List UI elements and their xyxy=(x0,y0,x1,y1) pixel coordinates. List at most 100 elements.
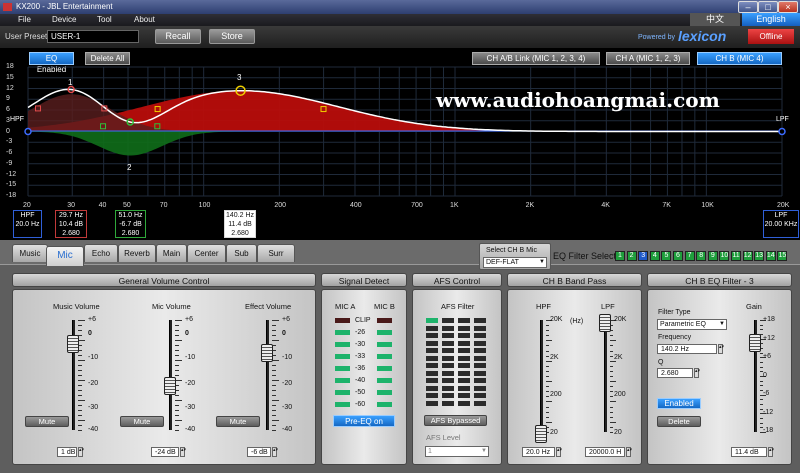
music-fader-knob[interactable] xyxy=(67,335,79,354)
lpf-spinner[interactable]: ▴▾ xyxy=(626,447,632,457)
fader-tick xyxy=(175,320,182,321)
eq-filter-3-button[interactable]: 3 xyxy=(638,251,649,261)
q-spinner[interactable]: ▴▾ xyxy=(694,368,700,378)
music-mute-button[interactable]: Mute xyxy=(25,416,69,427)
eq-filter-9-button[interactable]: 9 xyxy=(707,251,718,261)
filter-enabled-button[interactable]: Enabled xyxy=(657,398,701,409)
hpf-handle[interactable] xyxy=(24,127,32,136)
fader-tick xyxy=(610,391,613,393)
eq-response-graph[interactable] xyxy=(0,0,800,240)
lpf-handle[interactable] xyxy=(778,127,786,136)
gain-scale-label: 0 xyxy=(763,371,767,379)
mic-a-led xyxy=(335,354,350,359)
filter-delete-button[interactable]: Delete xyxy=(657,416,701,427)
eq-filter-2-button[interactable]: 2 xyxy=(626,251,637,261)
eq-filter-4-button[interactable]: 4 xyxy=(649,251,660,261)
hpf-value[interactable]: 20.0 Hz xyxy=(522,447,555,457)
lpf-value[interactable]: 20000.0 H xyxy=(585,447,625,457)
afs-filter-cell xyxy=(426,333,438,338)
fader-tick xyxy=(610,335,613,337)
effect-volume-label: Effect Volume xyxy=(245,302,292,311)
music-volume-value[interactable]: 1 dB xyxy=(57,447,77,457)
fader-tick xyxy=(78,325,82,326)
band-1-info-box[interactable]: 29.7 Hz 10.4 dB 2.680 xyxy=(55,210,87,238)
effect-volume-value[interactable]: -6 dB xyxy=(247,447,271,457)
gain-value[interactable]: 11.4 dB xyxy=(731,447,767,457)
fader-tick xyxy=(175,420,182,421)
eq-filter-15-button[interactable]: 15 xyxy=(777,251,788,261)
pre-eq-button[interactable]: Pre-EQ on xyxy=(333,415,395,427)
afs-filter-cell xyxy=(474,333,486,338)
mic-a-label: MIC A xyxy=(335,302,356,311)
afs-bypass-button[interactable]: AFS Bypassed xyxy=(424,415,487,426)
afs-filter-cell xyxy=(426,370,438,376)
frequency-spinner[interactable]: ▴▾ xyxy=(718,344,724,354)
hpf-spinner[interactable]: ▴▾ xyxy=(556,447,562,457)
afs-filter-cell xyxy=(442,400,454,406)
bandpass-hpf-label: HPF xyxy=(536,302,551,311)
music-volume-spinner[interactable]: ▴▾ xyxy=(78,447,84,457)
effect-mute-button[interactable]: Mute xyxy=(216,416,260,427)
q-value[interactable]: 2.680 xyxy=(657,368,693,378)
band-1-freq: 29.7 Hz xyxy=(58,212,84,219)
frequency-value[interactable]: 140.2 Hz xyxy=(657,344,717,354)
eq-filter-11-button[interactable]: 11 xyxy=(731,251,741,261)
fader-tick xyxy=(175,405,179,406)
tab-mic[interactable]: Mic xyxy=(46,246,84,266)
band-2-info-box[interactable]: 51.0 Hz -6.7 dB 2.680 xyxy=(115,210,146,238)
mic-b-led xyxy=(377,330,392,335)
gain-fader-knob[interactable] xyxy=(749,334,761,352)
hpf-info-box[interactable]: HPF 20.0 Hz xyxy=(13,210,42,238)
fader-tick xyxy=(546,386,549,388)
tab-sub[interactable]: Sub xyxy=(226,244,257,262)
fader-tick xyxy=(546,391,549,393)
gain-spinner[interactable]: ▴▾ xyxy=(768,447,774,457)
fader-tick xyxy=(272,430,276,431)
afs-filter-cell xyxy=(426,378,438,383)
eq-filter-14-button[interactable]: 14 xyxy=(765,251,776,261)
ch-select-dropdown[interactable]: DEF-FLAT ▼ xyxy=(483,257,547,268)
tab-music[interactable]: Music xyxy=(12,244,48,262)
tab-surr[interactable]: Surr xyxy=(257,244,295,262)
band-3-freq: 140.2 Hz xyxy=(225,212,255,219)
lpf-box-title: LPF xyxy=(774,212,788,219)
eq-filter-12-button[interactable]: 12 xyxy=(742,251,753,261)
tab-reverb[interactable]: Reverb xyxy=(118,244,156,262)
afs-filter-cell xyxy=(442,348,454,353)
tab-center[interactable]: Center xyxy=(187,244,226,262)
band-1-q: 2.680 xyxy=(62,230,80,237)
lpf-fader-knob[interactable] xyxy=(599,314,611,332)
eq-filter-1-button[interactable]: 1 xyxy=(615,251,625,261)
eq-filter-10-button[interactable]: 10 xyxy=(719,251,730,261)
mic-b-led xyxy=(377,318,392,323)
eq-filter-select-label: EQ Filter Select xyxy=(553,251,617,261)
fader-tick xyxy=(175,360,182,361)
tab-main[interactable]: Main xyxy=(156,244,187,262)
mic-volume-spinner[interactable]: ▴▾ xyxy=(180,447,186,457)
effect-fader-knob[interactable] xyxy=(261,344,273,362)
effect-volume-spinner[interactable]: ▴▾ xyxy=(272,447,278,457)
afs-filter-cell xyxy=(426,355,438,361)
eq-filter-5-button[interactable]: 5 xyxy=(661,251,672,261)
band-3-info-box[interactable]: 140.2 Hz 11.4 dB 2.680 xyxy=(224,210,256,238)
hpf-fader-knob[interactable] xyxy=(535,425,547,443)
afs-level-dropdown: 1 ▼ xyxy=(425,446,489,457)
afs-filter-cell xyxy=(474,378,486,383)
mic-fader-knob[interactable] xyxy=(164,377,176,395)
fader-tick xyxy=(272,335,276,336)
eq-filter-6-button[interactable]: 6 xyxy=(673,251,683,261)
lpf-scale-label: 200 xyxy=(614,391,626,398)
filter-type-dropdown[interactable]: Parametric EQ ▼ xyxy=(657,319,727,330)
hpf-scale-label: 200 xyxy=(550,391,562,398)
eq-filter-8-button[interactable]: 8 xyxy=(696,251,707,261)
fader-tick xyxy=(78,360,85,361)
mic-volume-value[interactable]: -24 dB xyxy=(151,447,179,457)
ch-select-value: DEF-FLAT xyxy=(486,259,519,266)
lpf-info-box[interactable]: LPF 20.00 KHz xyxy=(763,210,799,238)
tab-echo[interactable]: Echo xyxy=(84,244,118,262)
eq-filter-7-button[interactable]: 7 xyxy=(684,251,695,261)
eq-filter-13-button[interactable]: 13 xyxy=(754,251,765,261)
x-tick-label: 100 xyxy=(198,202,211,209)
mic-mute-button[interactable]: Mute xyxy=(120,416,164,427)
fader-tick xyxy=(610,416,613,418)
